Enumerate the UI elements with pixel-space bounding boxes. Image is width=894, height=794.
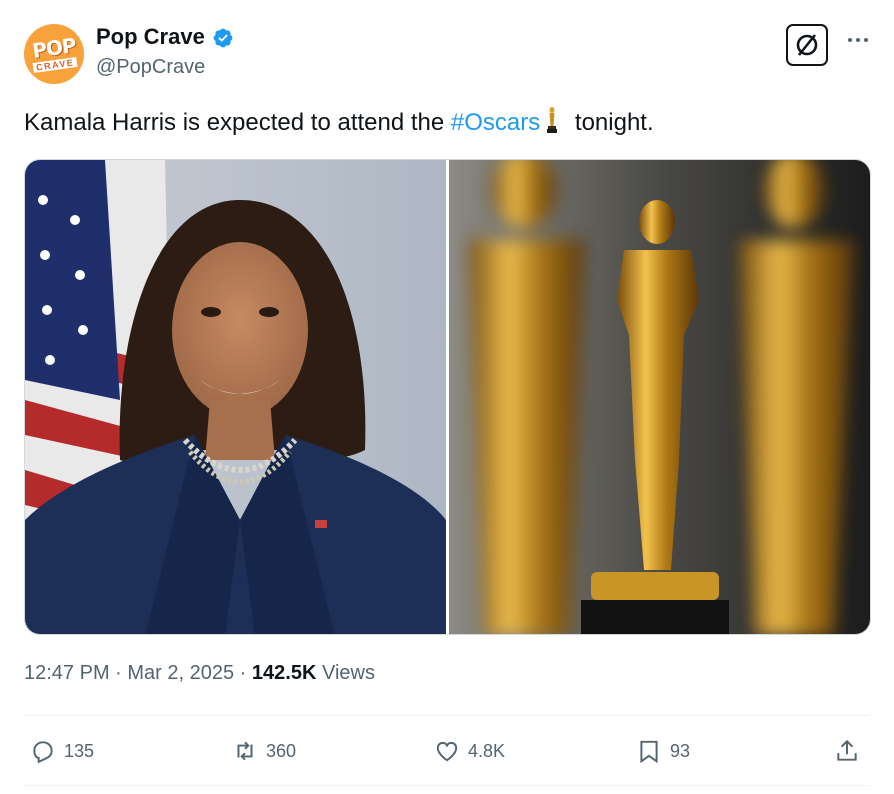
- divider: [24, 715, 870, 716]
- views-label: Views: [316, 662, 375, 684]
- tweet-text: Kamala Harris is expected to attend the …: [24, 106, 654, 139]
- repost-button[interactable]: 360: [232, 736, 296, 766]
- hashtag-link[interactable]: #Oscars: [451, 109, 540, 136]
- photo-oscar-statuettes[interactable]: [449, 160, 870, 634]
- views-count: 142.5K: [251, 662, 317, 684]
- grok-icon: [796, 34, 818, 56]
- repost-icon: [237, 741, 253, 761]
- meta-separator-2: ·: [234, 662, 252, 684]
- tweet-text-after: tonight.: [568, 109, 654, 136]
- verified-badge-icon: [213, 28, 233, 48]
- tweet-date[interactable]: Mar 2, 2025: [127, 662, 234, 684]
- tweet-text-before: Kamala Harris is expected to attend the: [24, 109, 451, 136]
- grok-button[interactable]: [786, 24, 828, 66]
- more-icon[interactable]: [846, 30, 870, 50]
- like-button[interactable]: 4.8K: [434, 736, 505, 766]
- tweet-time[interactable]: 12:47 PM: [24, 662, 110, 684]
- oscar-trophy-icon: [547, 107, 558, 133]
- photo-portrait[interactable]: [25, 160, 446, 634]
- bookmark-button[interactable]: 93: [636, 736, 690, 766]
- reply-count: 135: [64, 740, 95, 761]
- bookmark-icon: [640, 740, 658, 764]
- meta-separator: ·: [109, 662, 128, 684]
- account-handle[interactable]: @PopCrave: [96, 56, 205, 79]
- reply-button[interactable]: 135: [30, 736, 94, 766]
- reply-icon: [33, 741, 53, 764]
- divider-bottom: [24, 785, 870, 786]
- like-icon: [436, 741, 458, 762]
- bookmark-count: 93: [670, 740, 691, 761]
- like-count: 4.8K: [468, 740, 506, 761]
- media-grid[interactable]: [24, 159, 871, 635]
- share-icon: [837, 739, 857, 761]
- account-name[interactable]: Pop Crave: [96, 24, 205, 50]
- tweet-meta: 12:47 PM · Mar 2, 2025 · 142.5K Views: [24, 662, 375, 685]
- avatar[interactable]: POP CRAVE: [24, 24, 84, 84]
- repost-count: 360: [266, 740, 297, 761]
- share-button[interactable]: [834, 736, 868, 766]
